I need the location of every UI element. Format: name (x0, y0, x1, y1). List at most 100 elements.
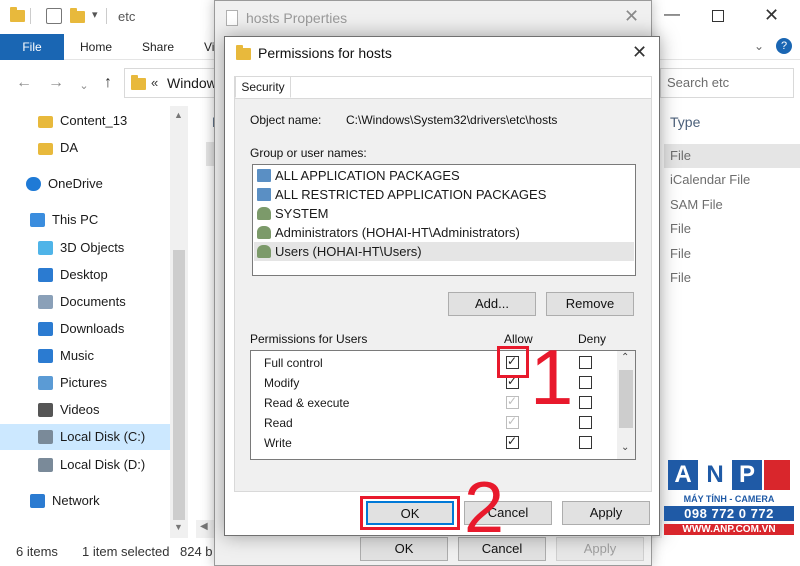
remove-button[interactable]: Remove (546, 292, 634, 316)
logo-tagline: MÁY TÍNH - CAMERA (683, 494, 775, 504)
sidebar-item-desktop[interactable]: Desktop (0, 262, 170, 288)
sidebar-item-network[interactable]: Network (0, 488, 170, 514)
group-or-user-label: Group or user names: (250, 146, 367, 160)
clipped-permission-row (258, 456, 408, 460)
deny-checkbox[interactable] (579, 376, 592, 389)
deny-checkbox[interactable] (579, 396, 592, 409)
tab-home[interactable]: Home (74, 34, 118, 60)
allow-checkbox[interactable] (506, 414, 519, 429)
sidebar-item-3d-objects[interactable]: 3D Objects (0, 235, 170, 261)
sidebar-item-videos[interactable]: Videos (0, 397, 170, 423)
sidebar-item-downloads[interactable]: Downloads (0, 316, 170, 342)
sidebar-item-label: Content_13 (60, 113, 128, 128)
user-list-label: Users (HOHAI-HT\Users) (275, 244, 422, 259)
properties-close-icon[interactable]: ✕ (624, 6, 639, 27)
ribbon-expand-icon[interactable]: ⌄ (754, 39, 764, 53)
file-type-cell[interactable]: File (664, 144, 800, 168)
sidebar-item-this-pc[interactable]: This PC (0, 207, 170, 233)
tab-share[interactable]: Share (136, 34, 180, 60)
music-icon (38, 349, 53, 363)
user-list-item[interactable]: ALL RESTRICTED APPLICATION PACKAGES (254, 185, 634, 204)
file-type-cell[interactable]: SAM File (664, 193, 800, 217)
file-type-cell[interactable]: File (664, 217, 800, 241)
allow-checkbox[interactable] (506, 394, 519, 409)
computer-icon (30, 213, 45, 227)
sidebar-item-pictures[interactable]: Pictures (0, 370, 170, 396)
network-icon (30, 494, 45, 508)
file-icon (226, 10, 238, 26)
scroll-down-icon[interactable]: ▼ (174, 522, 183, 532)
minimize-icon[interactable]: — (664, 6, 680, 24)
breadcrumb-overflow-icon[interactable]: « (151, 75, 158, 90)
forward-arrow-icon[interactable]: → (46, 74, 66, 92)
permissions-apply-button[interactable]: Apply (562, 501, 650, 525)
new-folder-icon[interactable] (70, 8, 85, 23)
deny-column-header: Deny (578, 332, 607, 346)
user-list-item[interactable]: SYSTEM (254, 204, 634, 223)
logo-phone: 098 772 0 772 (664, 506, 794, 521)
drive-icon (38, 458, 53, 472)
sidebar-item-documents[interactable]: Documents (0, 289, 170, 315)
column-header-type[interactable]: Type (670, 114, 700, 130)
sidebar-item-da[interactable]: DA (0, 135, 170, 161)
sidebar-item-content-13[interactable]: Content_13 (0, 108, 170, 134)
sidebar-item-label: OneDrive (48, 176, 103, 191)
user-list-item[interactable]: Administrators (HOHAI-HT\Administrators) (254, 223, 634, 242)
allow-checkbox[interactable] (506, 434, 519, 449)
user-list-item[interactable]: ALL APPLICATION PACKAGES (254, 166, 634, 185)
tab-security[interactable]: Security (235, 76, 291, 98)
recent-locations-icon[interactable]: ⌄ (74, 79, 94, 92)
scroll-up-icon[interactable]: ⌃ (621, 352, 629, 363)
logo-accent (764, 460, 790, 490)
scroll-left-icon[interactable]: ◀ (200, 521, 208, 532)
user-list-label: SYSTEM (275, 206, 329, 221)
user-group-icon (257, 207, 271, 220)
nav-scrollbar-thumb[interactable] (173, 250, 185, 520)
permission-label: Write (264, 436, 292, 450)
quick-access-dropdown-icon[interactable]: ▾ (92, 8, 98, 21)
sidebar-item-local-disk-c[interactable]: Local Disk (C:) (0, 424, 170, 450)
package-icon (257, 169, 271, 182)
file-type-cell[interactable]: File (664, 242, 800, 266)
search-input[interactable]: Search etc (660, 68, 794, 98)
properties-check-icon[interactable] (46, 8, 62, 24)
add-button[interactable]: Add... (448, 292, 536, 316)
breadcrumb-segment[interactable]: Window (167, 75, 217, 91)
maximize-icon[interactable] (712, 10, 724, 22)
highlight-full-control-allow (497, 346, 529, 378)
sidebar-item-music[interactable]: Music (0, 343, 170, 369)
drive-icon (38, 430, 53, 444)
permissions-close-icon[interactable]: ✕ (632, 42, 647, 63)
back-arrow-icon[interactable]: ← (14, 74, 34, 92)
user-list-item[interactable]: Users (HOHAI-HT\Users) (254, 242, 634, 261)
scroll-up-icon[interactable]: ▲ (174, 110, 183, 120)
properties-apply-button[interactable]: Apply (556, 537, 644, 561)
deny-checkbox[interactable] (579, 356, 592, 369)
status-selected: 1 item selected (82, 544, 170, 559)
cloud-icon (26, 177, 41, 191)
sidebar-item-label: Network (52, 493, 100, 508)
permission-label: Read & execute (264, 396, 350, 410)
file-type-cell[interactable]: File (664, 266, 800, 290)
close-icon[interactable]: ✕ (764, 5, 779, 26)
logo-letter-a: A (668, 460, 698, 490)
up-arrow-icon[interactable]: ↑ (98, 74, 118, 92)
permission-row: Write (252, 433, 618, 453)
step-2-marker: 2 (464, 468, 505, 548)
sidebar-item-onedrive[interactable]: OneDrive (0, 171, 170, 197)
help-icon[interactable]: ? (776, 38, 792, 54)
status-item-count: 6 items (16, 544, 58, 559)
deny-checkbox[interactable] (579, 416, 592, 429)
deny-checkbox[interactable] (579, 436, 592, 449)
file-type-cell[interactable]: iCalendar File (664, 168, 800, 192)
step-1-marker: 1 (530, 333, 574, 421)
package-icon (257, 188, 271, 201)
tab-file[interactable]: File (0, 34, 64, 60)
scroll-down-icon[interactable]: ⌄ (621, 442, 629, 453)
properties-ok-button[interactable]: OK (360, 537, 448, 561)
sidebar-item-local-disk-d[interactable]: Local Disk (D:) (0, 452, 170, 478)
sidebar-item-label: Documents (60, 294, 126, 309)
sidebar-item-label: Pictures (60, 375, 107, 390)
permission-scrollbar-thumb[interactable] (619, 370, 633, 428)
desktop-icon (38, 268, 53, 282)
